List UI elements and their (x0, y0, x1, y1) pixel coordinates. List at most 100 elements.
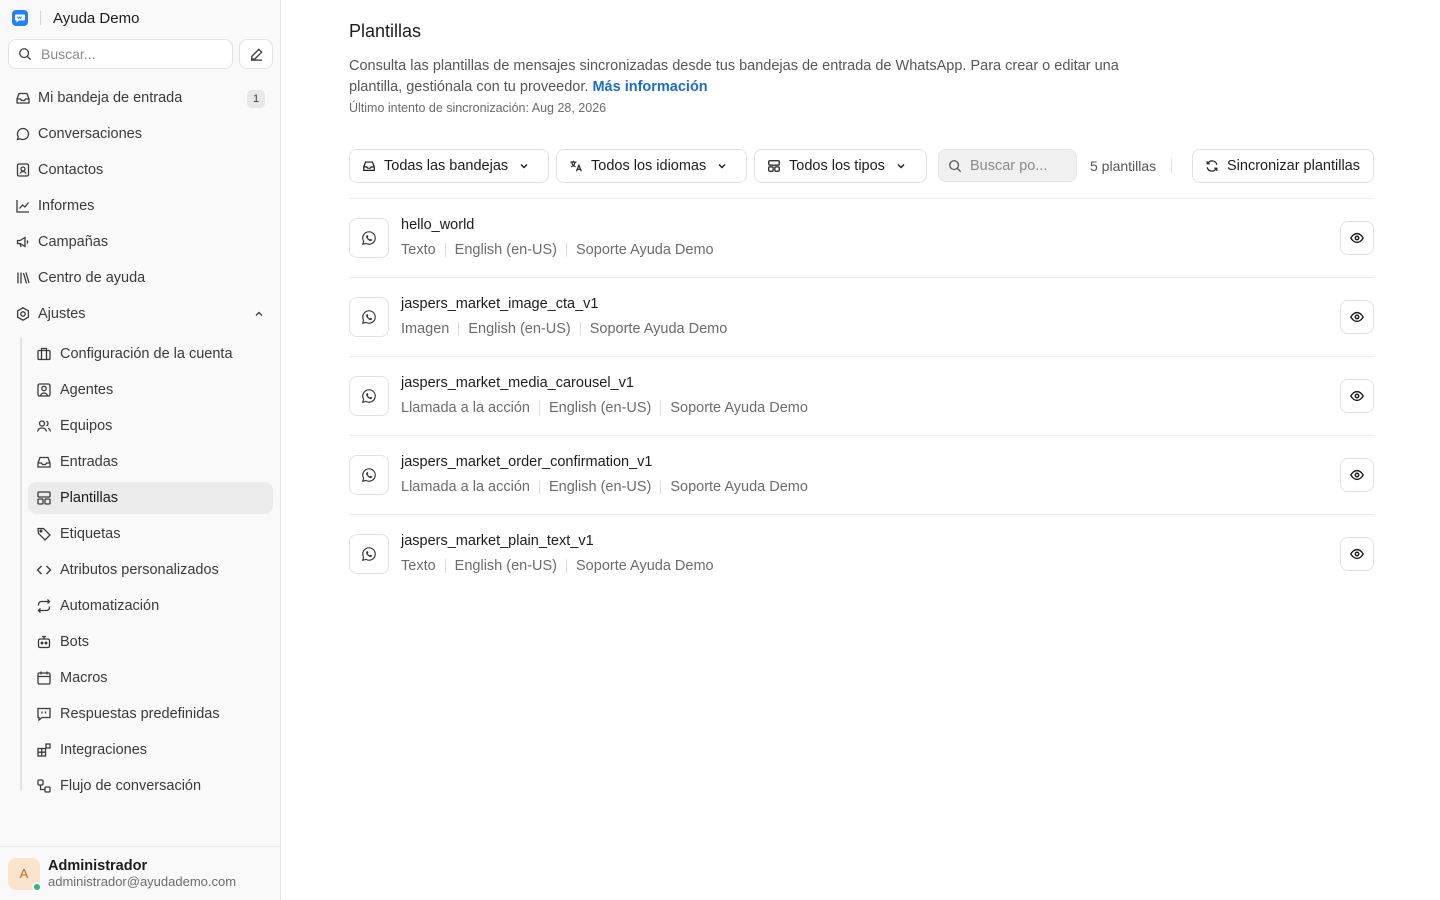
settings-item-inboxes[interactable]: Entradas (28, 446, 273, 478)
template-inbox: Soporte Ayuda Demo (589, 321, 728, 337)
preview-template-button[interactable] (1340, 221, 1374, 255)
template-search-input[interactable] (970, 157, 1070, 174)
nav-label: Ajustes (38, 306, 86, 322)
contact-card-icon (14, 161, 32, 179)
settings-item-label: Configuración de la cuenta (60, 346, 233, 362)
nav-item-conversations[interactable]: Conversaciones (8, 118, 273, 150)
template-language: English (en-US) (548, 400, 652, 416)
chat-bubble-icon (14, 125, 32, 143)
settings-item-account[interactable]: Configuración de la cuenta (28, 338, 273, 370)
nav-item-inbox[interactable]: Mi bandeja de entrada 1 (8, 82, 273, 114)
inbox-filter-label: Todas las bandejas (384, 158, 509, 174)
user-info: Administrador administrador@ayudademo.co… (48, 858, 236, 890)
settings-item-bots[interactable]: Bots (28, 626, 273, 658)
template-row: jaspers_market_plain_text_v1 Texto Engli… (349, 515, 1374, 594)
filters-toolbar: Todas las bandejas Todos los idiomas Tod… (349, 149, 1374, 183)
template-meta: Imagen English (en-US) Soporte Ayuda Dem… (401, 321, 727, 337)
whatsapp-icon (349, 534, 389, 574)
nav-item-settings[interactable]: Ajustes (8, 298, 273, 330)
template-inbox: Soporte Ayuda Demo (670, 479, 808, 495)
template-type: Llamada a la acción (401, 400, 530, 416)
quote-message-icon (36, 706, 52, 722)
page-description: Consulta las plantillas de mensajes sinc… (349, 56, 1129, 98)
meta-divider (579, 322, 581, 336)
settings-item-agents[interactable]: Agentes (28, 374, 273, 406)
user-square-icon (36, 382, 52, 398)
preview-template-button[interactable] (1340, 379, 1374, 413)
language-filter-dropdown[interactable]: Todos los idiomas (556, 149, 747, 183)
nav-item-reports[interactable]: Informes (8, 190, 273, 222)
eye-icon (1350, 468, 1364, 482)
search-icon (18, 47, 32, 61)
settings-item-label: Entradas (60, 454, 119, 470)
library-icon (14, 269, 32, 287)
settings-item-label: Macros (60, 670, 108, 686)
nav-item-campaigns[interactable]: Campañas (8, 226, 273, 258)
nav-item-contacts[interactable]: Contactos (8, 154, 273, 186)
template-type: Llamada a la acción (401, 479, 530, 495)
workspace-header[interactable]: Ayuda Demo (12, 9, 139, 27)
template-type: Texto (401, 242, 436, 258)
template-inbox: Soporte Ayuda Demo (576, 242, 714, 258)
preview-template-button[interactable] (1340, 458, 1374, 492)
sidebar-search-input[interactable] (41, 46, 211, 62)
meta-divider (660, 401, 662, 415)
nav-label: Centro de ayuda (38, 270, 146, 286)
learn-more-link[interactable]: Más información (592, 79, 707, 95)
settings-subnav: Configuración de la cuenta Agentes Equip… (20, 338, 273, 794)
template-type: Imagen (401, 321, 450, 337)
inbox-icon (36, 454, 52, 470)
avatar: A (8, 857, 42, 892)
settings-item-custom-attributes[interactable]: Atributos personalizados (28, 554, 273, 586)
unread-count-badge: 1 (247, 90, 265, 108)
nav-label: Contactos (38, 162, 104, 178)
template-language: English (en-US) (548, 479, 652, 495)
user-profile[interactable]: A Administrador administrador@ayudademo.… (0, 846, 280, 900)
settings-item-label: Respuestas predefinidas (60, 706, 220, 722)
whatsapp-icon (349, 297, 389, 337)
tag-icon (36, 526, 52, 542)
settings-item-templates[interactable]: Plantillas (28, 482, 273, 514)
settings-item-label: Equipos (60, 418, 113, 434)
description-text: Consulta las plantillas de mensajes sinc… (349, 58, 1119, 95)
template-meta: Texto English (en-US) Soporte Ayuda Demo (401, 558, 714, 574)
template-inbox: Soporte Ayuda Demo (670, 400, 808, 416)
chevron-down-icon (895, 160, 907, 172)
template-inbox: Soporte Ayuda Demo (576, 558, 714, 574)
settings-item-integrations[interactable]: Integraciones (28, 734, 273, 766)
chevron-down-icon (716, 160, 728, 172)
meta-divider (538, 480, 540, 494)
type-filter-dropdown[interactable]: Todos los tipos (754, 149, 927, 183)
chevron-up-icon (253, 308, 265, 320)
workspace-name: Ayuda Demo (53, 9, 140, 27)
search-icon (948, 159, 962, 173)
settings-item-automation[interactable]: Automatización (28, 590, 273, 622)
template-name: jaspers_market_order_confirmation_v1 (401, 454, 653, 470)
compose-button[interactable] (239, 39, 273, 69)
preview-template-button[interactable] (1340, 300, 1374, 334)
preview-template-button[interactable] (1340, 537, 1374, 571)
settings-item-teams[interactable]: Equipos (28, 410, 273, 442)
templates-list: hello_world Texto English (en-US) Soport… (349, 198, 1374, 594)
settings-item-labels[interactable]: Etiquetas (28, 518, 273, 550)
language-filter-label: Todos los idiomas (591, 158, 707, 174)
inbox-filter-dropdown[interactable]: Todas las bandejas (349, 149, 549, 183)
template-row: hello_world Texto English (en-US) Soport… (349, 199, 1374, 278)
template-count: 5 plantillas (1090, 158, 1157, 174)
sync-templates-button[interactable]: Sincronizar plantillas (1192, 149, 1374, 183)
settings-item-label: Etiquetas (60, 526, 121, 542)
template-name: jaspers_market_image_cta_v1 (401, 296, 599, 312)
eye-icon (1350, 231, 1364, 245)
template-name: hello_world (401, 217, 475, 233)
template-type: Texto (401, 558, 436, 574)
template-name: jaspers_market_media_carousel_v1 (401, 375, 634, 391)
settings-item-conversation-workflow[interactable]: Flujo de conversación (28, 770, 273, 802)
workflow-icon (36, 778, 52, 794)
settings-item-macros[interactable]: Macros (28, 662, 273, 694)
nav-item-help-center[interactable]: Centro de ayuda (8, 262, 273, 294)
template-meta: Texto English (en-US) Soporte Ayuda Demo (401, 242, 714, 258)
settings-item-label: Automatización (60, 598, 160, 614)
settings-item-canned-responses[interactable]: Respuestas predefinidas (28, 698, 273, 730)
template-row: jaspers_market_image_cta_v1 Imagen Engli… (349, 278, 1374, 357)
meta-divider (660, 480, 662, 494)
